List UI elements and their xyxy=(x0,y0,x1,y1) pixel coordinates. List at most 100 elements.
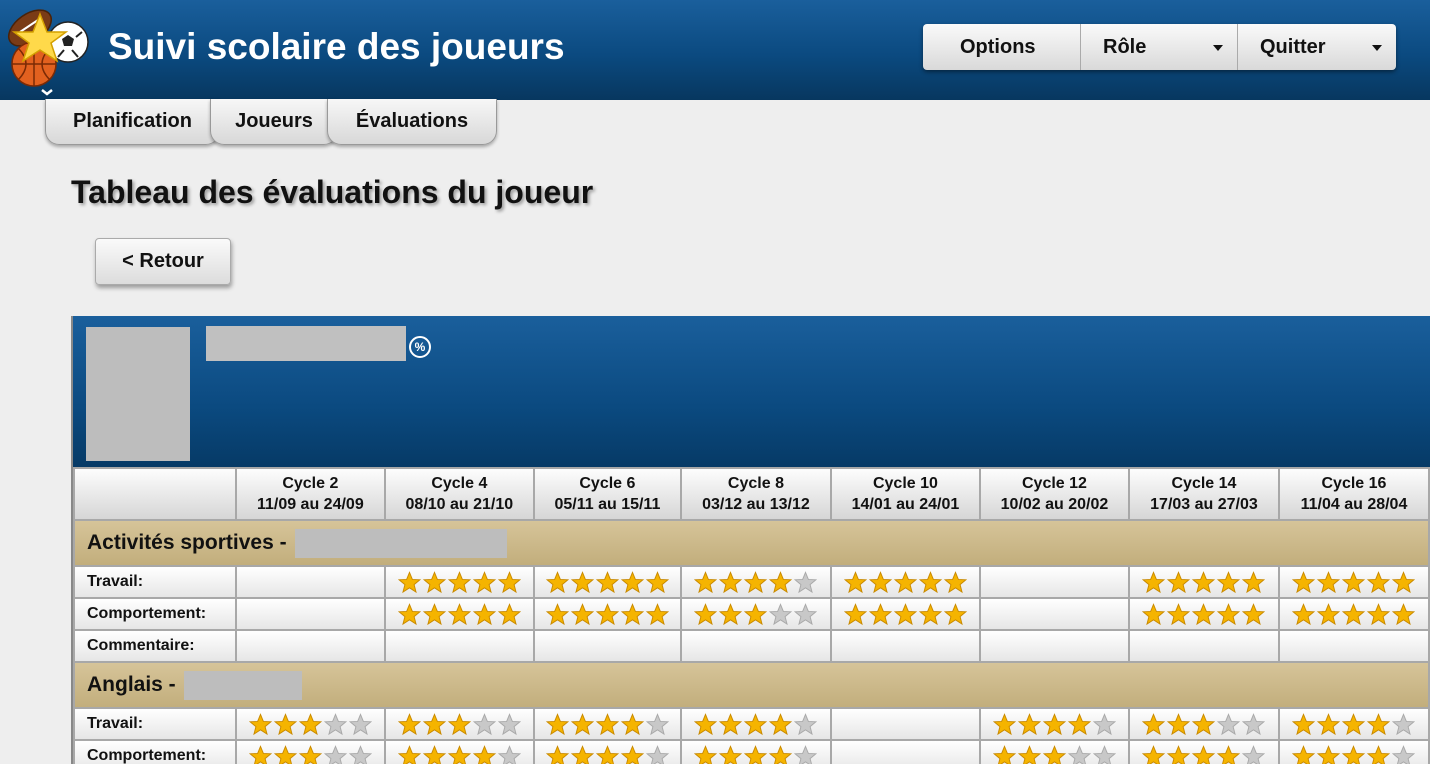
star-empty-icon xyxy=(794,602,818,625)
star-filled-icon xyxy=(744,602,768,625)
back-button[interactable]: < Retour xyxy=(95,238,231,285)
cycle-header: Cycle 10 14/01 au 24/01 xyxy=(829,467,981,521)
star-filled-icon xyxy=(497,570,521,593)
rating-cell[interactable] xyxy=(1127,629,1280,663)
rating-cell[interactable] xyxy=(532,739,682,764)
star-filled-icon xyxy=(570,712,594,735)
star-filled-icon xyxy=(595,602,619,625)
star-filled-icon xyxy=(620,744,644,764)
quit-dropdown[interactable]: Quitter xyxy=(1238,24,1396,70)
rating-cell[interactable] xyxy=(829,629,981,663)
rating-cell[interactable] xyxy=(829,597,981,631)
star-empty-icon xyxy=(769,602,793,625)
section-title-cell: Activités sportives - xyxy=(73,519,1430,567)
star-filled-icon xyxy=(273,712,297,735)
tab-planification[interactable]: Planification xyxy=(45,99,220,145)
rating-cell[interactable] xyxy=(383,739,535,764)
star-filled-icon xyxy=(1192,602,1216,625)
percent-icon[interactable]: % xyxy=(409,336,431,358)
star-empty-icon xyxy=(1242,744,1266,764)
rating-cell[interactable] xyxy=(978,739,1130,764)
cycle-name: Cycle 8 xyxy=(727,475,784,492)
rating-cell[interactable] xyxy=(829,739,981,764)
tab-joueurs[interactable]: Joueurs xyxy=(210,99,338,145)
star-filled-icon xyxy=(1392,570,1416,593)
role-dropdown[interactable]: Rôle xyxy=(1081,24,1238,70)
rating-cell[interactable] xyxy=(532,597,682,631)
rating-cell[interactable] xyxy=(532,707,682,741)
star-filled-icon xyxy=(719,744,743,764)
rating-cell[interactable] xyxy=(679,565,832,599)
star-filled-icon xyxy=(1292,602,1316,625)
rating-cell[interactable] xyxy=(978,629,1130,663)
rating-cell[interactable] xyxy=(234,707,386,741)
player-photo xyxy=(86,327,190,461)
rating-cell[interactable] xyxy=(679,629,832,663)
rating-cell[interactable] xyxy=(829,707,981,741)
rating-cell[interactable] xyxy=(679,707,832,741)
rating-row: Commentaire: xyxy=(73,629,1430,663)
star-filled-icon xyxy=(248,712,272,735)
star-filled-icon xyxy=(769,712,793,735)
rating-row: Comportement: xyxy=(73,739,1430,764)
rating-cell[interactable] xyxy=(1277,739,1430,764)
star-filled-icon xyxy=(273,744,297,764)
sports-balls-logo-icon[interactable] xyxy=(2,2,98,98)
rating-cell[interactable] xyxy=(679,739,832,764)
options-button[interactable]: Options xyxy=(923,24,1081,70)
rating-cell[interactable] xyxy=(383,707,535,741)
star-filled-icon xyxy=(1367,602,1391,625)
rating-cell[interactable] xyxy=(234,597,386,631)
star-rating xyxy=(397,744,521,764)
cycle-header: Cycle 12 10/02 au 20/02 xyxy=(978,467,1130,521)
star-filled-icon xyxy=(843,602,867,625)
rating-cell[interactable] xyxy=(234,565,386,599)
rating-cell[interactable] xyxy=(679,597,832,631)
rating-cell[interactable] xyxy=(978,597,1130,631)
rating-cell[interactable] xyxy=(383,565,535,599)
star-empty-icon xyxy=(794,712,818,735)
cycle-header: Cycle 8 03/12 au 13/12 xyxy=(679,467,832,521)
star-filled-icon xyxy=(545,712,569,735)
rating-cell[interactable] xyxy=(829,565,981,599)
tab-evaluations[interactable]: Évaluations xyxy=(327,99,497,145)
star-filled-icon xyxy=(1142,570,1166,593)
rating-cell[interactable] xyxy=(383,629,535,663)
star-filled-icon xyxy=(1342,712,1366,735)
rating-cell[interactable] xyxy=(1127,597,1280,631)
star-rating xyxy=(1292,570,1416,594)
rating-cell[interactable] xyxy=(1277,707,1430,741)
star-empty-icon xyxy=(323,744,347,764)
row-label: Travail: xyxy=(73,707,237,741)
star-filled-icon xyxy=(595,570,619,593)
rating-cell[interactable] xyxy=(532,629,682,663)
rating-cell[interactable] xyxy=(978,707,1130,741)
star-filled-icon xyxy=(545,602,569,625)
star-filled-icon xyxy=(472,744,496,764)
rating-cell[interactable] xyxy=(532,565,682,599)
rating-cell[interactable] xyxy=(1127,739,1280,764)
cycle-dates: 11/09 au 24/09 xyxy=(256,496,364,513)
teacher-name-redacted xyxy=(183,670,302,700)
rating-cell[interactable] xyxy=(234,629,386,663)
cycle-name: Cycle 6 xyxy=(579,475,636,492)
star-filled-icon xyxy=(1192,744,1216,764)
star-filled-icon xyxy=(1042,712,1066,735)
rating-cell[interactable] xyxy=(978,565,1130,599)
star-filled-icon xyxy=(620,602,644,625)
rating-cell[interactable] xyxy=(1277,629,1430,663)
star-filled-icon xyxy=(570,744,594,764)
rating-cell[interactable] xyxy=(1127,707,1280,741)
star-filled-icon xyxy=(868,570,892,593)
star-empty-icon xyxy=(1092,712,1116,735)
row-label: Travail: xyxy=(73,565,237,599)
rating-cell[interactable] xyxy=(383,597,535,631)
star-filled-icon xyxy=(422,712,446,735)
rating-cell[interactable] xyxy=(1277,565,1430,599)
star-empty-icon xyxy=(497,712,521,735)
section-title-cell: Anglais - xyxy=(73,661,1430,709)
rating-cell[interactable] xyxy=(234,739,386,764)
star-rating xyxy=(248,744,372,764)
rating-cell[interactable] xyxy=(1277,597,1430,631)
rating-cell[interactable] xyxy=(1127,565,1280,599)
